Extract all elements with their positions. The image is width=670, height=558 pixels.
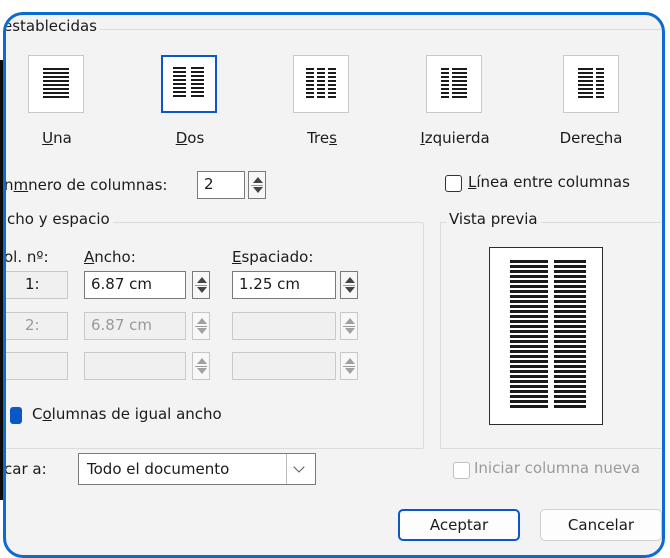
- row-3-width-input[interactable]: [84, 352, 186, 380]
- num-columns-input[interactable]: 2: [197, 171, 245, 199]
- apply-to-select[interactable]: Todo el documento: [78, 453, 316, 485]
- preset-right[interactable]: [563, 55, 621, 117]
- spacing-header: Espaciado:: [232, 248, 314, 266]
- row-1-width-stepper[interactable]: [192, 271, 210, 299]
- preset-three-label: Tres: [307, 129, 337, 147]
- columns-dialog: establecidas Una Dos Tres Izquierda Dere…: [3, 12, 665, 558]
- preset-right-icon: [563, 55, 619, 113]
- line-between-label: Línea entre columnas: [468, 173, 630, 191]
- row-2-number: 2:: [6, 312, 68, 340]
- start-new-column-checkbox[interactable]: [453, 462, 470, 479]
- width-spacing-label: cho y espacio: [6, 210, 113, 228]
- preset-left-label: Izquierda: [420, 129, 490, 147]
- row-3-number: [6, 352, 68, 380]
- col-number-header: ol. nº:: [4, 248, 49, 266]
- row-2-width-input[interactable]: 6.87 cm: [84, 312, 186, 340]
- row-2-width-stepper[interactable]: [192, 312, 210, 340]
- num-columns-stepper[interactable]: [248, 171, 266, 199]
- preview-page: [489, 247, 603, 425]
- row-2-spacing-stepper[interactable]: [340, 312, 358, 340]
- row-1-spacing-stepper[interactable]: [340, 271, 358, 299]
- preset-left-icon: [426, 55, 482, 113]
- row-3-width-stepper[interactable]: [192, 352, 210, 380]
- presets-group: [6, 29, 662, 30]
- apply-to-label: car a:: [4, 460, 47, 478]
- line-between-checkbox[interactable]: [445, 175, 462, 192]
- preset-one-icon: [28, 55, 84, 113]
- preset-two-icon: [161, 55, 217, 113]
- presets-group-label: establecidas: [6, 17, 100, 35]
- num-columns-label: nmnero de columnas:: [4, 176, 168, 194]
- preset-one-column[interactable]: [28, 55, 86, 117]
- row-3-spacing-input[interactable]: [232, 352, 336, 380]
- preset-two-label: Dos: [175, 129, 205, 147]
- preset-three-columns[interactable]: [293, 55, 351, 117]
- row-1-width-input[interactable]: 6.87 cm: [84, 271, 186, 299]
- apply-to-value: Todo el documento: [87, 460, 230, 478]
- row-2-spacing-input[interactable]: [232, 312, 336, 340]
- equal-width-label: Columnas de igual ancho: [32, 405, 222, 423]
- equal-width-checkbox[interactable]: [10, 407, 22, 424]
- cancel-button[interactable]: Cancelar: [540, 509, 662, 541]
- preset-left[interactable]: [426, 55, 484, 117]
- preset-one-label: Una: [42, 129, 72, 147]
- row-1-spacing-input[interactable]: 1.25 cm: [232, 271, 336, 299]
- start-new-column-label: Iniciar columna nueva: [474, 459, 641, 477]
- chevron-down-icon: [286, 454, 315, 484]
- preview-label: Vista previa: [446, 210, 541, 228]
- preset-three-icon: [293, 55, 349, 113]
- row-3-spacing-stepper[interactable]: [340, 352, 358, 380]
- row-1-number: 1:: [6, 271, 68, 299]
- preset-right-label: Derecha: [559, 129, 623, 147]
- ok-button[interactable]: Aceptar: [398, 509, 520, 541]
- width-header: Ancho:: [84, 248, 136, 266]
- preset-two-columns[interactable]: [161, 55, 219, 117]
